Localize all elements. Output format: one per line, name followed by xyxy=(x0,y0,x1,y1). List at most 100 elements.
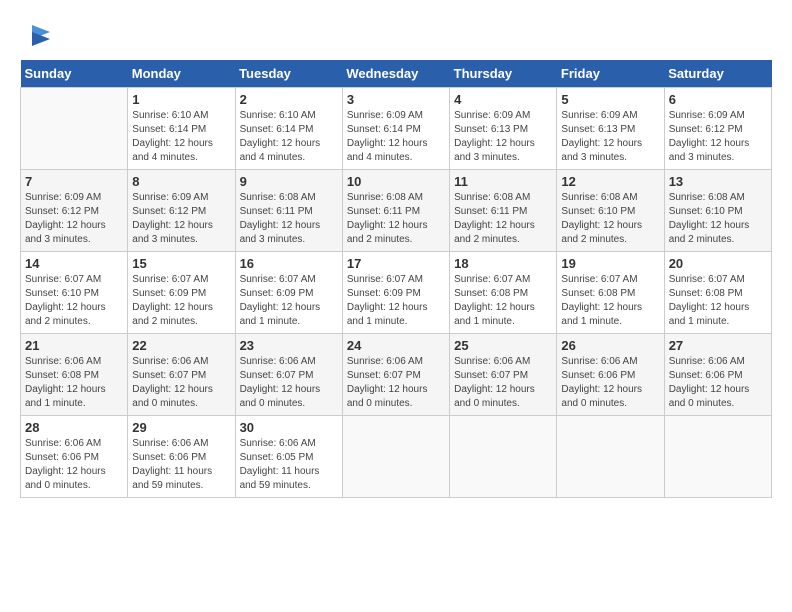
calendar-week-3: 21 Sunrise: 6:06 AM Sunset: 6:08 PM Dayli… xyxy=(21,334,772,416)
day-number: 15 xyxy=(132,256,230,271)
calendar-header-saturday: Saturday xyxy=(664,60,771,88)
calendar-cell xyxy=(664,416,771,498)
day-info: Sunrise: 6:06 AM Sunset: 6:06 PM Dayligh… xyxy=(25,437,123,493)
day-info: Sunrise: 6:06 AM Sunset: 6:06 PM Dayligh… xyxy=(669,355,767,411)
calendar-cell: 11 Sunrise: 6:08 AM Sunset: 6:11 PM Dayli… xyxy=(450,170,557,252)
day-number: 6 xyxy=(669,92,767,107)
day-info: Sunrise: 6:10 AM Sunset: 6:14 PM Dayligh… xyxy=(132,109,230,165)
day-info: Sunrise: 6:07 AM Sunset: 6:08 PM Dayligh… xyxy=(454,273,552,329)
day-number: 2 xyxy=(240,92,338,107)
calendar-cell: 18 Sunrise: 6:07 AM Sunset: 6:08 PM Dayli… xyxy=(450,252,557,334)
day-number: 23 xyxy=(240,338,338,353)
day-info: Sunrise: 6:07 AM Sunset: 6:08 PM Dayligh… xyxy=(561,273,659,329)
day-number: 27 xyxy=(669,338,767,353)
day-number: 9 xyxy=(240,174,338,189)
day-number: 26 xyxy=(561,338,659,353)
page-header xyxy=(20,20,772,50)
calendar-header-tuesday: Tuesday xyxy=(235,60,342,88)
day-info: Sunrise: 6:07 AM Sunset: 6:09 PM Dayligh… xyxy=(347,273,445,329)
calendar-week-2: 14 Sunrise: 6:07 AM Sunset: 6:10 PM Dayli… xyxy=(21,252,772,334)
calendar-cell: 12Sunrise: 6:08 AM Sunset: 6:10 PM Dayli… xyxy=(557,170,664,252)
calendar-cell: 28Sunrise: 6:06 AM Sunset: 6:06 PM Dayli… xyxy=(21,416,128,498)
day-number: 4 xyxy=(454,92,552,107)
calendar-cell: 3Sunrise: 6:09 AM Sunset: 6:14 PM Daylig… xyxy=(342,88,449,170)
calendar-cell: 21 Sunrise: 6:06 AM Sunset: 6:08 PM Dayli… xyxy=(21,334,128,416)
calendar-header-wednesday: Wednesday xyxy=(342,60,449,88)
day-number: 5 xyxy=(561,92,659,107)
calendar-week-4: 28Sunrise: 6:06 AM Sunset: 6:06 PM Dayli… xyxy=(21,416,772,498)
day-info: Sunrise: 6:07 AM Sunset: 6:10 PM Dayligh… xyxy=(25,273,123,329)
day-info: Sunrise: 6:06 AM Sunset: 6:07 PM Dayligh… xyxy=(240,355,338,411)
calendar-cell: 6Sunrise: 6:09 AM Sunset: 6:12 PM Daylig… xyxy=(664,88,771,170)
day-number: 17 xyxy=(347,256,445,271)
day-number: 7 xyxy=(25,174,123,189)
day-info: Sunrise: 6:06 AM Sunset: 6:08 PM Dayligh… xyxy=(25,355,123,411)
calendar-body: 1 Sunrise: 6:10 AM Sunset: 6:14 PM Daylig… xyxy=(21,88,772,498)
calendar-header-sunday: Sunday xyxy=(21,60,128,88)
calendar-cell: 13 Sunrise: 6:08 AM Sunset: 6:10 PM Dayli… xyxy=(664,170,771,252)
calendar-cell: 16 Sunrise: 6:07 AM Sunset: 6:09 PM Dayli… xyxy=(235,252,342,334)
day-info: Sunrise: 6:06 AM Sunset: 6:06 PM Dayligh… xyxy=(132,437,230,493)
day-info: Sunrise: 6:08 AM Sunset: 6:11 PM Dayligh… xyxy=(347,191,445,247)
calendar-cell: 5 Sunrise: 6:09 AM Sunset: 6:13 PM Daylig… xyxy=(557,88,664,170)
day-info: Sunrise: 6:09 AM Sunset: 6:14 PM Dayligh… xyxy=(347,109,445,165)
calendar-cell: 9 Sunrise: 6:08 AM Sunset: 6:11 PM Daylig… xyxy=(235,170,342,252)
logo xyxy=(20,20,52,50)
calendar-header-monday: Monday xyxy=(128,60,235,88)
day-number: 8 xyxy=(132,174,230,189)
calendar-cell: 20 Sunrise: 6:07 AM Sunset: 6:08 PM Dayli… xyxy=(664,252,771,334)
calendar-cell: 17 Sunrise: 6:07 AM Sunset: 6:09 PM Dayli… xyxy=(342,252,449,334)
calendar-header-friday: Friday xyxy=(557,60,664,88)
calendar-cell: 2 Sunrise: 6:10 AM Sunset: 6:14 PM Daylig… xyxy=(235,88,342,170)
day-number: 20 xyxy=(669,256,767,271)
day-info: Sunrise: 6:08 AM Sunset: 6:11 PM Dayligh… xyxy=(240,191,338,247)
calendar-cell: 19 Sunrise: 6:07 AM Sunset: 6:08 PM Dayli… xyxy=(557,252,664,334)
day-info: Sunrise: 6:06 AM Sunset: 6:07 PM Dayligh… xyxy=(454,355,552,411)
calendar-cell: 25 Sunrise: 6:06 AM Sunset: 6:07 PM Dayli… xyxy=(450,334,557,416)
calendar-cell xyxy=(21,88,128,170)
day-number: 18 xyxy=(454,256,552,271)
calendar-header-row: SundayMondayTuesdayWednesdayThursdayFrid… xyxy=(21,60,772,88)
calendar-cell: 15 Sunrise: 6:07 AM Sunset: 6:09 PM Dayli… xyxy=(128,252,235,334)
calendar-cell: 14 Sunrise: 6:07 AM Sunset: 6:10 PM Dayli… xyxy=(21,252,128,334)
day-info: Sunrise: 6:09 AM Sunset: 6:12 PM Dayligh… xyxy=(25,191,123,247)
day-info: Sunrise: 6:09 AM Sunset: 6:13 PM Dayligh… xyxy=(561,109,659,165)
calendar-cell: 10 Sunrise: 6:08 AM Sunset: 6:11 PM Dayli… xyxy=(342,170,449,252)
calendar-cell: 22Sunrise: 6:06 AM Sunset: 6:07 PM Dayli… xyxy=(128,334,235,416)
day-number: 13 xyxy=(669,174,767,189)
day-number: 25 xyxy=(454,338,552,353)
day-number: 21 xyxy=(25,338,123,353)
day-number: 16 xyxy=(240,256,338,271)
calendar-cell: 1 Sunrise: 6:10 AM Sunset: 6:14 PM Daylig… xyxy=(128,88,235,170)
day-info: Sunrise: 6:09 AM Sunset: 6:12 PM Dayligh… xyxy=(132,191,230,247)
calendar-cell: 30 Sunrise: 6:06 AM Sunset: 6:05 PM Dayli… xyxy=(235,416,342,498)
calendar-cell: 7 Sunrise: 6:09 AM Sunset: 6:12 PM Daylig… xyxy=(21,170,128,252)
day-number: 19 xyxy=(561,256,659,271)
day-info: Sunrise: 6:10 AM Sunset: 6:14 PM Dayligh… xyxy=(240,109,338,165)
calendar-header-thursday: Thursday xyxy=(450,60,557,88)
calendar-cell xyxy=(342,416,449,498)
calendar-cell: 24Sunrise: 6:06 AM Sunset: 6:07 PM Dayli… xyxy=(342,334,449,416)
calendar-cell: 8 Sunrise: 6:09 AM Sunset: 6:12 PM Daylig… xyxy=(128,170,235,252)
day-info: Sunrise: 6:07 AM Sunset: 6:09 PM Dayligh… xyxy=(132,273,230,329)
day-info: Sunrise: 6:08 AM Sunset: 6:10 PM Dayligh… xyxy=(669,191,767,247)
calendar-week-0: 1 Sunrise: 6:10 AM Sunset: 6:14 PM Daylig… xyxy=(21,88,772,170)
day-number: 12 xyxy=(561,174,659,189)
calendar-cell xyxy=(450,416,557,498)
calendar-cell xyxy=(557,416,664,498)
day-info: Sunrise: 6:06 AM Sunset: 6:05 PM Dayligh… xyxy=(240,437,338,493)
day-number: 14 xyxy=(25,256,123,271)
day-info: Sunrise: 6:07 AM Sunset: 6:08 PM Dayligh… xyxy=(669,273,767,329)
day-number: 10 xyxy=(347,174,445,189)
day-info: Sunrise: 6:08 AM Sunset: 6:11 PM Dayligh… xyxy=(454,191,552,247)
calendar-cell: 23 Sunrise: 6:06 AM Sunset: 6:07 PM Dayli… xyxy=(235,334,342,416)
day-info: Sunrise: 6:06 AM Sunset: 6:07 PM Dayligh… xyxy=(132,355,230,411)
day-number: 11 xyxy=(454,174,552,189)
day-number: 1 xyxy=(132,92,230,107)
day-number: 24 xyxy=(347,338,445,353)
calendar-cell: 27 Sunrise: 6:06 AM Sunset: 6:06 PM Dayli… xyxy=(664,334,771,416)
day-info: Sunrise: 6:07 AM Sunset: 6:09 PM Dayligh… xyxy=(240,273,338,329)
calendar-cell: 29Sunrise: 6:06 AM Sunset: 6:06 PM Dayli… xyxy=(128,416,235,498)
calendar-cell: 4Sunrise: 6:09 AM Sunset: 6:13 PM Daylig… xyxy=(450,88,557,170)
day-number: 30 xyxy=(240,420,338,435)
